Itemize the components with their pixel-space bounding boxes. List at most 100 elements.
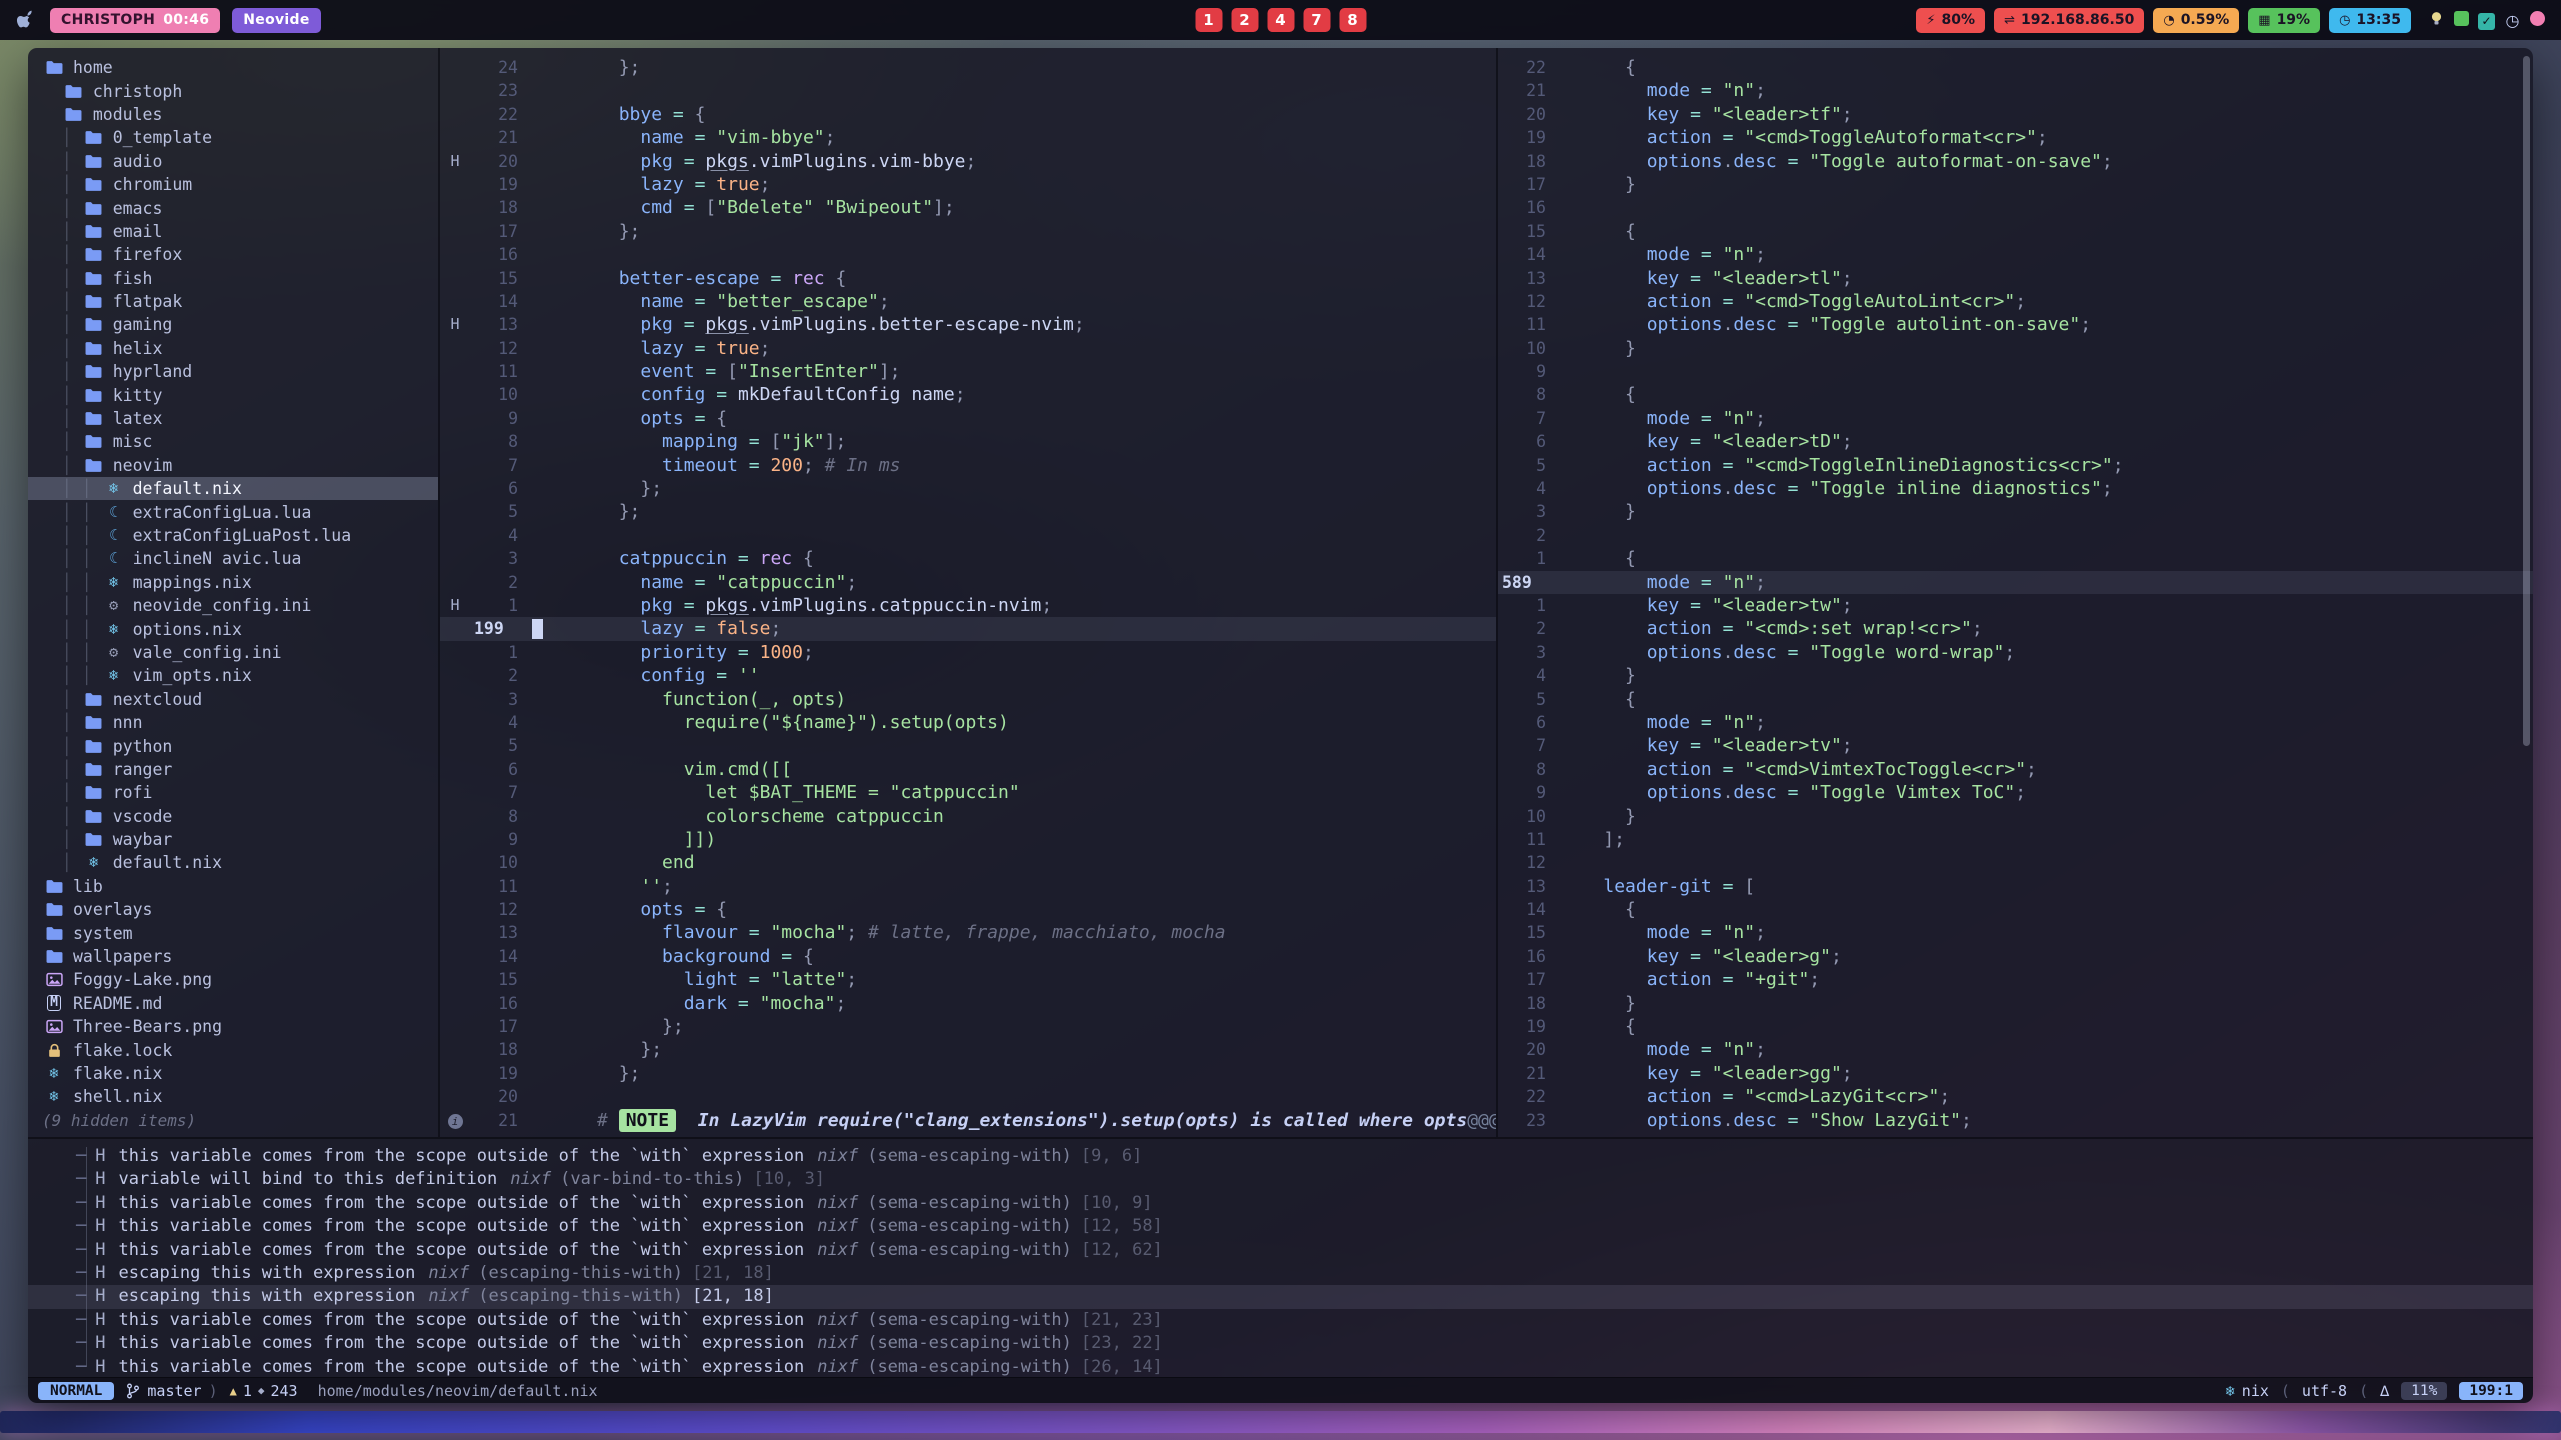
green-square-icon[interactable] (2454, 11, 2469, 30)
code-line[interactable]: 11 ''; (440, 875, 1496, 898)
code-line[interactable]: 17 }; (440, 1015, 1496, 1038)
code-line[interactable]: 10 end (440, 851, 1496, 874)
code-line[interactable]: 20 key = "<leader>tf"; (1498, 103, 2533, 126)
code-line[interactable]: 7 key = "<leader>tv"; (1498, 734, 2533, 757)
tree-item-kitty[interactable]: │ kitty (28, 383, 438, 406)
code-line[interactable]: 14 background = { (440, 945, 1496, 968)
code-line[interactable]: 16 (1498, 196, 2533, 219)
code-line[interactable]: 21 name = "vim-bbye"; (440, 126, 1496, 149)
tree-item-neovim[interactable]: │ neovim (28, 454, 438, 477)
code-line[interactable]: 13 flavour = "mocha"; # latte, frappe, m… (440, 921, 1496, 944)
tree-item-christoph[interactable]: christoph (28, 79, 438, 102)
tree-item-modules[interactable]: modules (28, 103, 438, 126)
tree-item-foggy-lake-png[interactable]: Foggy-Lake.png (28, 968, 438, 991)
diagnostic-item[interactable]: ─Hthis variable comes from the scope out… (28, 1215, 2533, 1238)
tree-item-emacs[interactable]: │ emacs (28, 196, 438, 219)
code-line[interactable]: 22 bbye = { (440, 103, 1496, 126)
code-line[interactable]: 12 opts = { (440, 898, 1496, 921)
code-line[interactable]: 16 dark = "mocha"; (440, 992, 1496, 1015)
tree-item-helix[interactable]: │ helix (28, 337, 438, 360)
code-line[interactable]: 18 cmd = ["Bdelete" "Bwipeout"]; (440, 196, 1496, 219)
code-line[interactable]: 14 { (1498, 898, 2533, 921)
code-line[interactable]: 6 vim.cmd([[ (440, 758, 1496, 781)
tree-item-firefox[interactable]: │ firefox (28, 243, 438, 266)
clock-icon[interactable]: ◷ (2504, 11, 2521, 30)
tree-item-misc[interactable]: │ misc (28, 430, 438, 453)
code-line[interactable]: 3 catppuccin = rec { (440, 547, 1496, 570)
code-line[interactable]: 14 name = "better_escape"; (440, 290, 1496, 313)
tree-item-waybar[interactable]: │ waybar (28, 828, 438, 851)
diagnostic-item[interactable]: ─Hthis variable comes from the scope out… (28, 1356, 2533, 1379)
pink-dot-icon[interactable] (2530, 11, 2545, 30)
code-line[interactable]: 18 } (1498, 992, 2533, 1015)
tree-item-audio[interactable]: │ audio (28, 150, 438, 173)
code-line[interactable]: 7 mode = "n"; (1498, 407, 2533, 430)
code-line[interactable]: 4 require("${name}").setup(opts) (440, 711, 1496, 734)
code-line[interactable]: 12 (1498, 851, 2533, 874)
tree-item-vscode[interactable]: │ vscode (28, 805, 438, 828)
code-line[interactable]: 11 event = ["InsertEnter"]; (440, 360, 1496, 383)
code-line[interactable]: 19 lazy = true; (440, 173, 1496, 196)
code-line[interactable]: i21 # NOTE In LazyVim require("clang_ext… (440, 1109, 1496, 1132)
tree-item-inclinen-avic-lua[interactable]: │ │ ☾inclineN avic.lua (28, 547, 438, 570)
diagnostic-item[interactable]: ─Hthis variable comes from the scope out… (28, 1309, 2533, 1332)
code-line[interactable]: 17 } (1498, 173, 2533, 196)
diagnostic-item[interactable]: ─Hthis variable comes from the scope out… (28, 1332, 2533, 1355)
workspace-4[interactable]: 4 (1267, 8, 1294, 32)
code-line[interactable]: 589 mode = "n"; (1498, 571, 2533, 594)
code-line[interactable]: 21 key = "<leader>gg"; (1498, 1062, 2533, 1085)
code-line[interactable]: 10 config = mkDefaultConfig name; (440, 383, 1496, 406)
code-line[interactable]: 6 key = "<leader>tD"; (1498, 430, 2533, 453)
tree-item-wallpapers[interactable]: wallpapers (28, 945, 438, 968)
git-branch[interactable]: master ) (126, 1382, 217, 1400)
tree-item-nextcloud[interactable]: │ nextcloud (28, 688, 438, 711)
tree-item-python[interactable]: │ python (28, 734, 438, 757)
code-line[interactable]: 5 { (1498, 688, 2533, 711)
code-line[interactable]: 2 action = "<cmd>:set wrap!<cr>"; (1498, 617, 2533, 640)
code-line[interactable]: 11 options.desc = "Toggle autolint-on-sa… (1498, 313, 2533, 336)
tree-item-flake-lock[interactable]: flake.lock (28, 1038, 438, 1061)
code-line[interactable]: 5 }; (440, 500, 1496, 523)
code-line[interactable]: 16 key = "<leader>g"; (1498, 945, 2533, 968)
tree-item-options-nix[interactable]: │ │ ❄options.nix (28, 617, 438, 640)
code-line[interactable]: 19 }; (440, 1062, 1496, 1085)
code-line[interactable]: 17 action = "+git"; (1498, 968, 2533, 991)
editor-right-split[interactable]: 22 {21 mode = "n";20 key = "<leader>tf";… (1498, 48, 2533, 1137)
tree-item-vim-opts-nix[interactable]: │ │ ❄vim_opts.nix (28, 664, 438, 687)
tree-item-extraconfiglua-lua[interactable]: │ │ ☾extraConfigLua.lua (28, 500, 438, 523)
diagnostic-item[interactable]: ─Hvariable will bind to this definitionn… (28, 1168, 2533, 1191)
workspace-2[interactable]: 2 (1231, 8, 1258, 32)
code-line[interactable]: 18 options.desc = "Toggle autoformat-on-… (1498, 150, 2533, 173)
tree-item-shell-nix[interactable]: ❄shell.nix (28, 1085, 438, 1108)
code-line[interactable]: H1 pkg = pkgs.vimPlugins.catppuccin-nvim… (440, 594, 1496, 617)
code-line[interactable]: 2 config = '' (440, 664, 1496, 687)
tree-item-flatpak[interactable]: │ flatpak (28, 290, 438, 313)
code-line[interactable]: 19 action = "<cmd>ToggleAutoformat<cr>"; (1498, 126, 2533, 149)
code-line[interactable]: 6 mode = "n"; (1498, 711, 2533, 734)
code-line[interactable]: 14 mode = "n"; (1498, 243, 2533, 266)
workspace-1[interactable]: 1 (1195, 8, 1222, 32)
tree-item-email[interactable]: │ email (28, 220, 438, 243)
code-line[interactable]: 24 }; (440, 56, 1496, 79)
code-line[interactable]: 21 mode = "n"; (1498, 79, 2533, 102)
code-line[interactable]: 6 }; (440, 477, 1496, 500)
code-line[interactable]: 20 mode = "n"; (1498, 1038, 2533, 1061)
code-line[interactable]: 16 (440, 243, 1496, 266)
code-line[interactable]: 2 name = "catppuccin"; (440, 571, 1496, 594)
code-line[interactable]: 7 let $BAT_THEME = "catppuccin" (440, 781, 1496, 804)
tree-item-neovide-config-ini[interactable]: │ │ ⚙neovide_config.ini (28, 594, 438, 617)
code-line[interactable]: 12 action = "<cmd>ToggleAutoLint<cr>"; (1498, 290, 2533, 313)
workspace-8[interactable]: 8 (1339, 8, 1366, 32)
diagnostic-item[interactable]: ─Hescaping this with expressionnixf(esca… (28, 1262, 2533, 1285)
code-line[interactable]: 5 (440, 734, 1496, 757)
code-line[interactable]: 12 lazy = true; (440, 337, 1496, 360)
tree-item-default-nix[interactable]: │ ❄default.nix (28, 851, 438, 874)
tree-item-mappings-nix[interactable]: │ │ ❄mappings.nix (28, 571, 438, 594)
tree-item-latex[interactable]: │ latex (28, 407, 438, 430)
code-line[interactable]: 23 options.desc = "Show LazyGit"; (1498, 1109, 2533, 1132)
tree-item-readme-md[interactable]: MREADME.md (28, 992, 438, 1015)
code-line[interactable]: 17 }; (440, 220, 1496, 243)
code-line[interactable]: 1 priority = 1000; (440, 641, 1496, 664)
code-line[interactable]: 7 timeout = 200; # In ms (440, 454, 1496, 477)
tree-item-overlays[interactable]: overlays (28, 898, 438, 921)
